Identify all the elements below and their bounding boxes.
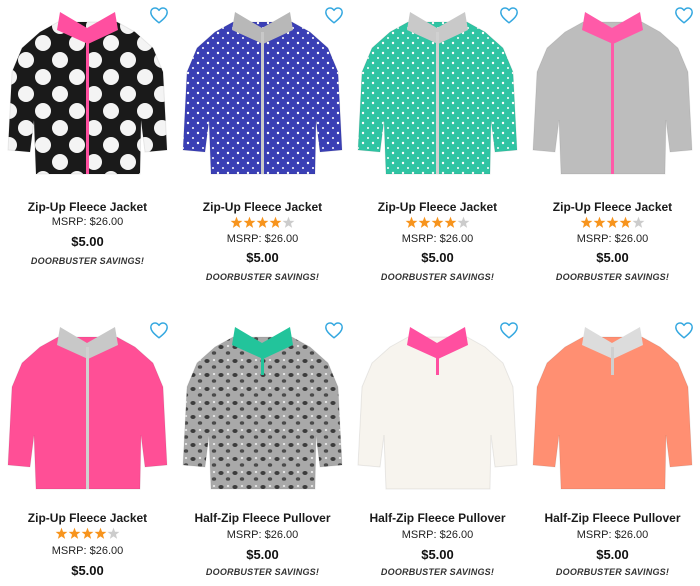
rating-star	[619, 216, 631, 228]
product-msrp: MSRP: $26.00	[51, 545, 124, 557]
product-promo: DOORBUSTER SAVINGS!	[205, 272, 320, 282]
product-price: $5.00	[596, 250, 629, 265]
product-rating	[525, 216, 700, 230]
product-title[interactable]: Half-Zip Fleece Pullover	[175, 511, 350, 525]
product-image[interactable]	[175, 0, 350, 180]
product-msrp: MSRP: $26.00	[401, 233, 474, 245]
rating-star	[256, 216, 268, 228]
product-promo: DOORBUSTER SAVINGS!	[205, 567, 320, 577]
rating-star	[457, 216, 469, 228]
product-rating	[175, 216, 350, 230]
product-price: $5.00	[421, 547, 454, 562]
rating-star	[593, 216, 605, 228]
rating-star	[68, 527, 80, 539]
product-image[interactable]	[175, 315, 350, 495]
product-title[interactable]: Zip-Up Fleece Jacket	[175, 200, 350, 214]
product-rating	[350, 216, 525, 230]
rating-star	[405, 216, 417, 228]
product-card[interactable]: Zip-Up Fleece Jacket MSRP: $26.00 $5.00 DOO…	[0, 0, 175, 300]
product-title[interactable]: Zip-Up Fleece Jacket	[0, 511, 175, 525]
favorite-heart-icon[interactable]	[674, 321, 694, 339]
product-price: $5.00	[246, 250, 279, 265]
favorite-heart-icon[interactable]	[499, 6, 519, 24]
product-image[interactable]	[0, 315, 175, 495]
product-price: $5.00	[246, 547, 279, 562]
product-promo: DOORBUSTER SAVINGS!	[380, 567, 495, 577]
rating-star	[632, 216, 644, 228]
product-promo: DOORBUSTER SAVINGS!	[555, 567, 670, 577]
product-price: $5.00	[71, 234, 104, 249]
product-image[interactable]	[350, 0, 525, 180]
product-title[interactable]: Zip-Up Fleece Jacket	[525, 200, 700, 214]
favorite-heart-icon[interactable]	[674, 6, 694, 24]
product-msrp: MSRP: $26.00	[51, 216, 124, 228]
product-promo: DOORBUSTER SAVINGS!	[555, 272, 670, 282]
product-card[interactable]: Zip-Up Fleece Jacket MSRP: $26.00 $5.00 DOO…	[175, 0, 350, 300]
product-price: $5.00	[71, 563, 104, 578]
product-price: $5.00	[596, 547, 629, 562]
favorite-heart-icon[interactable]	[499, 321, 519, 339]
product-card[interactable]: Zip-Up Fleece Jacket MSRP: $26.00 $5.00	[0, 315, 175, 586]
rating-star	[230, 216, 242, 228]
product-card[interactable]: Zip-Up Fleece Jacket MSRP: $26.00 $5.00 DOO…	[525, 0, 700, 300]
product-card[interactable]: Half-Zip Fleece Pullover MSRP: $26.00 $5.0…	[525, 315, 700, 586]
product-card[interactable]: Half-Zip Fleece Pullover MSRP: $26.00 $5.0…	[350, 315, 525, 586]
rating-star	[55, 527, 67, 539]
product-rating	[0, 527, 175, 541]
favorite-heart-icon[interactable]	[149, 6, 169, 24]
product-image[interactable]	[0, 0, 175, 180]
rating-star	[444, 216, 456, 228]
product-title[interactable]: Zip-Up Fleece Jacket	[350, 200, 525, 214]
product-msrp: MSRP: $26.00	[401, 529, 474, 541]
rating-star	[94, 527, 106, 539]
product-image[interactable]	[525, 0, 700, 180]
product-msrp: MSRP: $26.00	[226, 233, 299, 245]
product-msrp: MSRP: $26.00	[226, 529, 299, 541]
product-title[interactable]: Half-Zip Fleece Pullover	[525, 511, 700, 525]
product-promo: DOORBUSTER SAVINGS!	[380, 272, 495, 282]
product-msrp: MSRP: $26.00	[576, 233, 649, 245]
rating-star	[431, 216, 443, 228]
product-card[interactable]: Zip-Up Fleece Jacket MSRP: $26.00 $5.00 DOO…	[350, 0, 525, 300]
rating-star	[580, 216, 592, 228]
rating-star	[606, 216, 618, 228]
rating-star	[269, 216, 281, 228]
product-card[interactable]: Half-Zip Fleece Pullover MSRP: $26.00 $5.0…	[175, 315, 350, 586]
favorite-heart-icon[interactable]	[324, 6, 344, 24]
favorite-heart-icon[interactable]	[149, 321, 169, 339]
product-image[interactable]	[525, 315, 700, 495]
rating-star	[418, 216, 430, 228]
product-title[interactable]: Half-Zip Fleece Pullover	[350, 511, 525, 525]
product-msrp: MSRP: $26.00	[576, 529, 649, 541]
rating-star	[107, 527, 119, 539]
favorite-heart-icon[interactable]	[324, 321, 344, 339]
rating-star	[243, 216, 255, 228]
rating-star	[282, 216, 294, 228]
product-price: $5.00	[421, 250, 454, 265]
product-promo: DOORBUSTER SAVINGS!	[30, 256, 145, 266]
rating-star	[81, 527, 93, 539]
product-title[interactable]: Zip-Up Fleece Jacket	[0, 200, 175, 214]
product-image[interactable]	[350, 315, 525, 495]
